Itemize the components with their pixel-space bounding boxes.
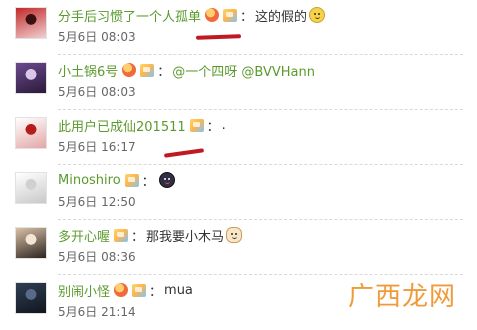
member-badge-icon <box>124 173 139 187</box>
member-badge-icon <box>140 63 155 77</box>
heart-badge-icon <box>114 283 129 297</box>
separator: ： <box>206 119 220 135</box>
username-link[interactable]: Minoshiro <box>58 173 121 188</box>
comment-item: 分手后习惯了一个人孤单 ： 这的假的 5月6日 08:03 <box>0 0 477 55</box>
avatar[interactable] <box>15 172 47 204</box>
heart-badge-icon <box>205 8 220 22</box>
member-badge-icon <box>132 283 147 297</box>
avatar-image <box>16 63 46 93</box>
comment-time: 5月6日 21:14 <box>58 305 136 319</box>
comment-text: mua <box>164 282 193 298</box>
avatar-image <box>16 8 46 38</box>
member-badge-icon <box>189 118 204 132</box>
separator: ： <box>240 9 254 25</box>
avatar-image <box>16 173 46 203</box>
member-badge-icon <box>223 8 238 22</box>
comment-item: 此用户已成仙201511 ： . 5月6日 16:17 <box>0 110 477 165</box>
dog-icon <box>226 227 243 243</box>
comment-text: 那我要小木马 <box>146 229 225 245</box>
comment-feed: 分手后习惯了一个人孤单 ： 这的假的 5月6日 08:03 小土锅6号 ： @一… <box>0 0 477 319</box>
comment-time: 5月6日 08:03 <box>58 85 136 99</box>
comment-item: Minoshiro ： 5月6日 12:50 <box>0 165 477 220</box>
comment-time: 5月6日 16:17 <box>58 140 136 154</box>
separator: ： <box>131 229 145 245</box>
watermark-logo: 广西龙网 <box>348 282 457 312</box>
comment-line: 多开心喔 ： 那我要小木马 <box>58 225 243 245</box>
mention-links[interactable]: @一个四呀 @BVVHann <box>172 61 315 80</box>
cool-face-icon <box>158 172 175 188</box>
avatar[interactable] <box>15 282 47 314</box>
avatar[interactable] <box>15 227 47 259</box>
avatar-image <box>16 118 46 148</box>
comment-line: 别闹小怪 ： mua <box>58 280 193 300</box>
avatar-image <box>16 283 46 313</box>
comment-line: 小土锅6号 ： @一个四呀 @BVVHann <box>58 60 315 80</box>
username-link[interactable]: 此用户已成仙201511 <box>58 116 186 135</box>
separator: ： <box>149 284 163 300</box>
heart-badge-icon <box>122 63 137 77</box>
comment-text: . <box>221 117 226 133</box>
comment-line: 分手后习惯了一个人孤单 ： 这的假的 <box>58 5 326 25</box>
separator: ： <box>157 64 171 80</box>
comment-time: 5月6日 08:03 <box>58 30 136 44</box>
member-badge-icon <box>114 228 129 242</box>
avatar[interactable] <box>15 7 47 39</box>
separator: ： <box>141 174 155 190</box>
avatar-image <box>16 228 46 258</box>
username-link[interactable]: 多开心喔 <box>58 226 110 245</box>
username-link[interactable]: 小土锅6号 <box>58 61 118 80</box>
username-link[interactable]: 分手后习惯了一个人孤单 <box>58 6 201 25</box>
comment-time: 5月6日 08:36 <box>58 250 136 264</box>
avatar[interactable] <box>15 117 47 149</box>
comment-item: 小土锅6号 ： @一个四呀 @BVVHann 5月6日 08:03 <box>0 55 477 110</box>
username-link[interactable]: 别闹小怪 <box>58 281 110 300</box>
comment-line: 此用户已成仙201511 ： . <box>58 115 226 135</box>
smile-icon <box>309 7 326 23</box>
comment-text: 这的假的 <box>255 9 308 25</box>
comment-time: 5月6日 12:50 <box>58 195 136 209</box>
comment-line: Minoshiro ： <box>58 170 175 190</box>
comment-item: 多开心喔 ： 那我要小木马 5月6日 08:36 <box>0 220 477 275</box>
avatar[interactable] <box>15 62 47 94</box>
